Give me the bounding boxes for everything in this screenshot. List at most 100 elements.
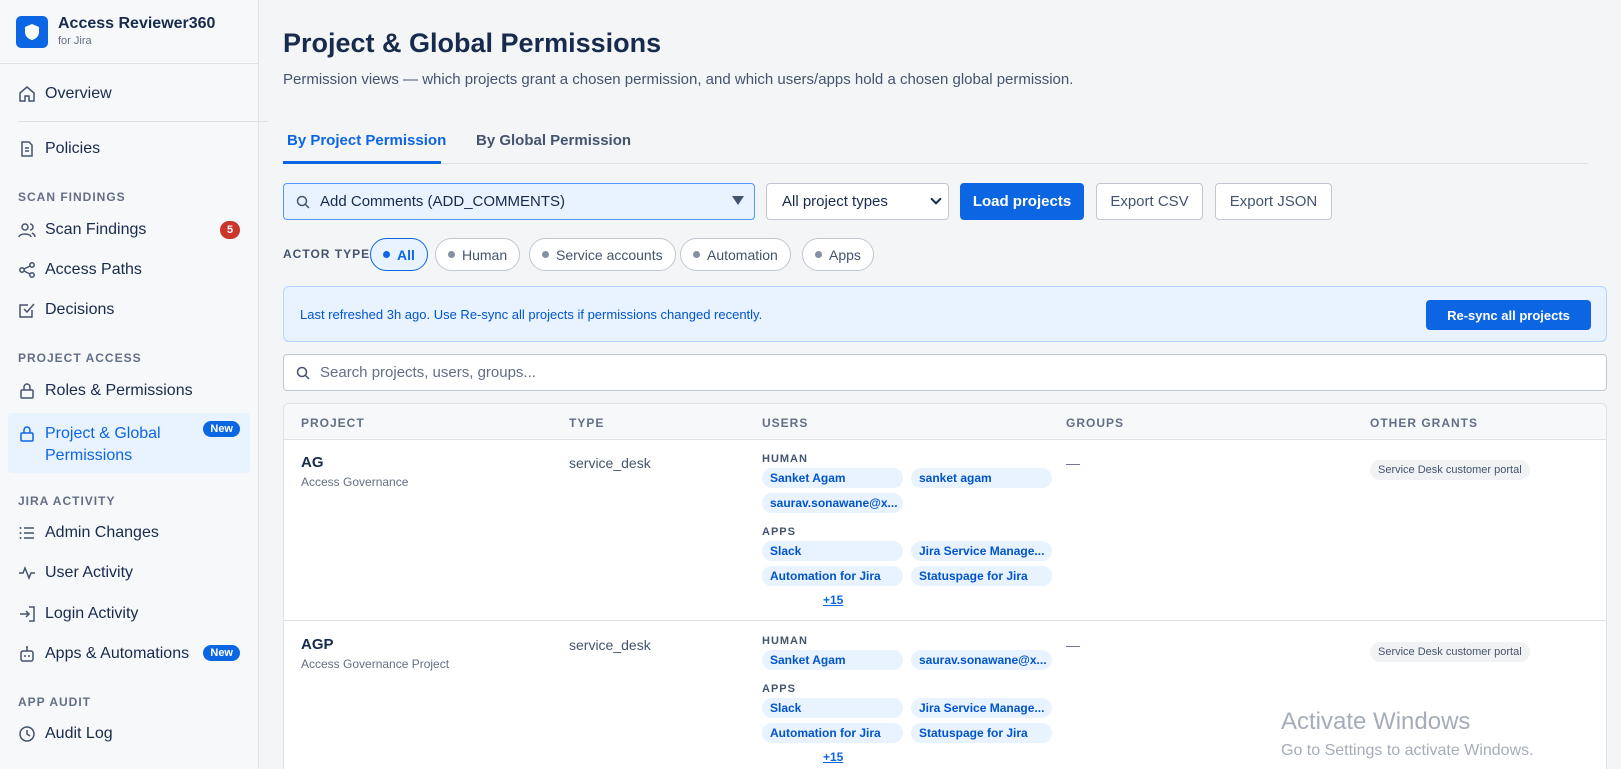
groups-value: — <box>1066 455 1080 471</box>
other-grant-chip: Service Desk customer portal <box>1370 460 1530 480</box>
robot-icon <box>20 646 34 662</box>
sidebar-item-user-activity[interactable]: User Activity <box>8 559 250 587</box>
dot-icon <box>542 251 549 258</box>
column-header-users: USERS <box>762 416 809 430</box>
search-input[interactable] <box>320 364 1570 381</box>
sidebar-item-policies[interactable]: Policies <box>8 135 250 163</box>
users-icon <box>18 223 36 238</box>
sidebar-item-overview[interactable]: Overview <box>8 80 250 108</box>
user-chip[interactable]: sanket agam <box>911 468 1052 488</box>
section-label-project-access: PROJECT ACCESS <box>18 351 142 365</box>
sidebar: Access Reviewer360 for Jira Overview Pol… <box>0 0 268 769</box>
app-chip[interactable]: Slack <box>762 698 903 718</box>
load-projects-button[interactable]: Load projects <box>960 183 1084 220</box>
tab-by-project-permission[interactable]: By Project Permission <box>287 132 446 149</box>
caret-down-icon <box>732 196 744 205</box>
sidebar-item-label: Admin Changes <box>45 524 159 541</box>
section-label-scan-findings: SCAN FINDINGS <box>18 190 126 204</box>
actor-filter-all[interactable]: All <box>370 238 428 271</box>
sidebar-item-apps-automations[interactable]: Apps & Automations New <box>8 640 250 668</box>
sidebar-item-label: Roles & Permissions <box>45 382 193 399</box>
sidebar-item-label: Overview <box>45 85 112 102</box>
export-json-button[interactable]: Export JSON <box>1215 183 1332 220</box>
project-type-select-value: All project types <box>782 193 888 210</box>
resync-all-projects-button[interactable]: Re-sync all projects <box>1426 300 1591 330</box>
sidebar-item-label: Scan Findings <box>45 221 147 238</box>
user-chip[interactable]: Sanket Agam <box>762 468 903 488</box>
sidebar-item-label: Policies <box>45 140 101 157</box>
permission-select-value: Add Comments (ADD_COMMENTS) <box>320 193 566 210</box>
sidebar-item-roles-permissions[interactable]: Roles & Permissions <box>8 377 250 405</box>
list-icon <box>19 527 34 539</box>
new-badge: New <box>203 421 240 437</box>
sidebar-item-label: Audit Log <box>45 725 113 742</box>
section-label-jira-activity: JIRA ACTIVITY <box>18 494 116 508</box>
clock-icon <box>19 726 35 742</box>
activity-pulse-icon <box>19 565 35 581</box>
lock-icon <box>20 383 34 399</box>
app-chip[interactable]: Automation for Jira <box>762 723 903 743</box>
app-chip[interactable]: Statuspage for Jira <box>911 566 1052 586</box>
project-key: AGP <box>301 636 334 653</box>
app-chip[interactable]: Automation for Jira <box>762 566 903 586</box>
main-content: Project & Global Permissions Permission … <box>260 0 1621 769</box>
export-csv-button[interactable]: Export CSV <box>1096 183 1203 220</box>
actor-filter-service-accounts[interactable]: Service accounts <box>529 238 676 271</box>
project-key: AG <box>301 454 324 471</box>
sidebar-item-scan-findings[interactable]: Scan Findings 5 <box>8 216 250 244</box>
sidebar-item-label: Apps & Automations <box>45 645 190 662</box>
actor-type-label: ACTOR TYPE <box>283 247 371 261</box>
page-title: Project & Global Permissions <box>283 28 662 58</box>
shield-logo-icon <box>16 16 48 48</box>
dot-icon <box>693 251 700 258</box>
sidebar-item-label: Project & Global Permissions <box>45 425 161 464</box>
sidebar-item-access-paths[interactable]: Access Paths <box>8 256 250 284</box>
scan-findings-count-badge: 5 <box>220 221 240 239</box>
permission-select[interactable]: Add Comments (ADD_COMMENTS) <box>283 183 755 220</box>
human-label: HUMAN <box>762 635 808 647</box>
app-chip[interactable]: Jira Service Manage... <box>911 541 1052 561</box>
sidebar-item-label: Decisions <box>45 301 115 318</box>
app-chip[interactable]: Statuspage for Jira <box>911 723 1052 743</box>
actor-filter-human[interactable]: Human <box>435 238 521 271</box>
app-chip[interactable]: Jira Service Manage... <box>911 698 1052 718</box>
refresh-info-banner: Last refreshed 3h ago. Use Re-sync all p… <box>283 286 1607 342</box>
app-chip[interactable]: Slack <box>762 541 903 561</box>
project-type: service_desk <box>569 455 651 471</box>
search-icon <box>296 195 310 209</box>
tab-by-global-permission[interactable]: By Global Permission <box>476 132 631 149</box>
search-icon <box>296 366 310 380</box>
pill-label: All <box>397 246 415 263</box>
brand: Access Reviewer360 for Jira <box>0 0 258 64</box>
show-more-link[interactable]: +15 <box>823 593 843 607</box>
sidebar-item-decisions[interactable]: Decisions <box>8 296 250 324</box>
chevron-down-icon <box>930 193 942 205</box>
user-chip[interactable]: saurav.sonawane@x... <box>911 650 1052 670</box>
user-chip[interactable]: Sanket Agam <box>762 650 903 670</box>
watermark-title: Activate Windows <box>1281 708 1471 735</box>
other-grant-chip: Service Desk customer portal <box>1370 642 1530 662</box>
share-nodes-icon <box>19 262 35 278</box>
project-name: Access Governance <box>301 475 409 489</box>
human-label: HUMAN <box>762 453 808 465</box>
actor-filter-automation[interactable]: Automation <box>680 238 791 271</box>
sidebar-item-audit-log[interactable]: Audit Log <box>8 720 250 748</box>
sidebar-item-login-activity[interactable]: Login Activity <box>8 600 250 628</box>
user-chip[interactable]: saurav.sonawane@x... <box>762 493 903 513</box>
show-more-link[interactable]: +15 <box>823 750 843 764</box>
refresh-info-text: Last refreshed 3h ago. Use Re-sync all p… <box>300 307 763 322</box>
pill-label: Apps <box>829 246 861 263</box>
sidebar-item-project-global-permissions[interactable]: Project & Global Permissions New <box>8 413 250 473</box>
watermark-subtitle: Go to Settings to activate Windows. <box>1281 742 1534 759</box>
apps-label: APPS <box>762 526 796 538</box>
section-label-app-audit: APP AUDIT <box>18 695 92 709</box>
table-header: PROJECT TYPE USERS GROUPS OTHER GRANTS <box>284 404 1606 440</box>
table-row[interactable]: AG Access Governance service_desk HUMAN … <box>284 440 1606 621</box>
project-type-select[interactable]: All project types <box>766 183 949 220</box>
pill-label: Service accounts <box>556 246 663 263</box>
actor-filter-apps[interactable]: Apps <box>802 238 874 271</box>
sidebar-item-admin-changes[interactable]: Admin Changes <box>8 519 250 547</box>
column-header-groups: GROUPS <box>1066 416 1125 430</box>
dot-icon <box>815 251 822 258</box>
column-header-other-grants: OTHER GRANTS <box>1370 416 1478 430</box>
